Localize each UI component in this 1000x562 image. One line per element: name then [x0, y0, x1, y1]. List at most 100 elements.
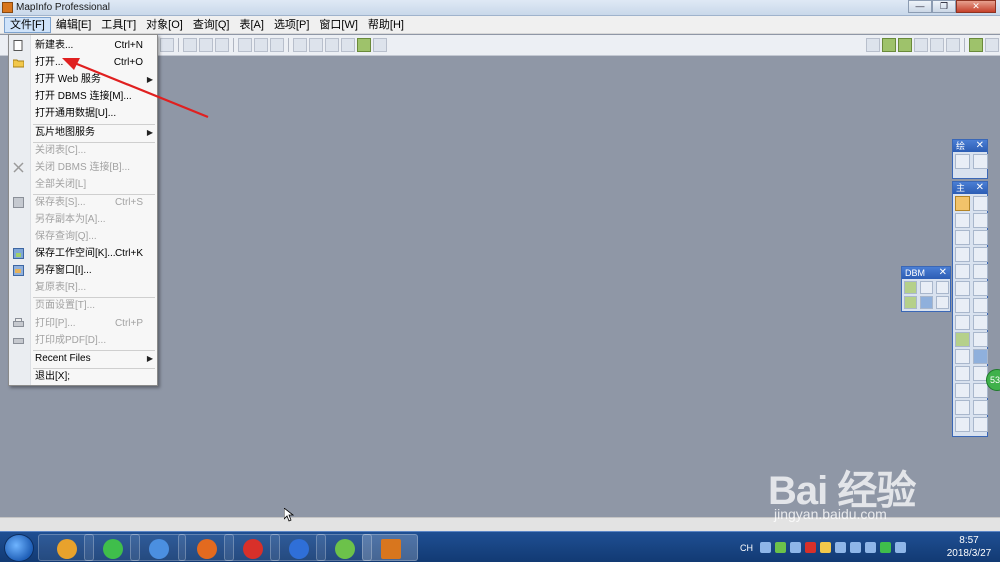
- menu-recent-files[interactable]: Recent Files ▶: [9, 350, 157, 367]
- tray-update-icon[interactable]: [775, 542, 786, 553]
- polygon-select-icon[interactable]: [973, 213, 988, 228]
- menu-window[interactable]: 窗口[W]: [314, 17, 363, 33]
- palette-header[interactable]: 主 ✕: [953, 182, 987, 194]
- menu-help[interactable]: 帮助[H]: [363, 17, 409, 33]
- marquee-select-icon[interactable]: [973, 196, 988, 211]
- menu-query[interactable]: 查询[Q]: [188, 17, 235, 33]
- palette-header[interactable]: 绘 ✕: [953, 140, 987, 152]
- menu-table[interactable]: 表[A]: [234, 17, 268, 33]
- tray-action-center-icon[interactable]: [895, 542, 906, 553]
- dbm-tool-icon[interactable]: [936, 296, 949, 309]
- statistics-icon[interactable]: [973, 349, 988, 364]
- menu-close-dbms[interactable]: 关闭 DBMS 连接[B]...: [9, 159, 157, 176]
- palette-close-icon[interactable]: ✕: [976, 140, 984, 152]
- toolbar-new-mapper-icon[interactable]: [325, 38, 339, 52]
- toolbar-minimize-icon[interactable]: [985, 38, 999, 52]
- toolbar-new-window-icon[interactable]: [160, 38, 174, 52]
- toolbar-save-icon[interactable]: [215, 38, 229, 52]
- menu-revert-table[interactable]: 复原表[R]...: [9, 279, 157, 296]
- menu-page-setup[interactable]: 页面设置[T]...: [9, 297, 157, 314]
- tray-ime-icon[interactable]: [760, 542, 771, 553]
- toolbar-tools-icon[interactable]: [930, 38, 944, 52]
- dbm-open-icon[interactable]: [904, 281, 917, 294]
- dbm-close-icon[interactable]: [920, 281, 933, 294]
- dbm-new-icon[interactable]: [904, 296, 917, 309]
- toolbar-catalog-icon[interactable]: [866, 38, 880, 52]
- invert-select-icon[interactable]: [973, 230, 988, 245]
- menu-tile-map-service[interactable]: 瓦片地图服务 ▶: [9, 124, 157, 141]
- menu-open[interactable]: 打开... Ctrl+O: [9, 54, 157, 71]
- menu-save-copy-as[interactable]: 另存副本为[A]...: [9, 211, 157, 228]
- menu-options[interactable]: 选项[P]: [269, 17, 314, 33]
- system-clock[interactable]: 8:57 2018/3/27: [942, 534, 996, 560]
- menu-close-table[interactable]: 关闭表[C]...: [9, 142, 157, 159]
- toolbar-new-layout-icon[interactable]: [357, 38, 371, 52]
- toolbar-print-icon[interactable]: [199, 38, 213, 52]
- toolbar-new-browser-icon[interactable]: [309, 38, 323, 52]
- input-language[interactable]: CH: [740, 543, 753, 553]
- tool-line-icon[interactable]: [973, 154, 988, 169]
- menu-save-window-as[interactable]: 另存窗口[I]...: [9, 262, 157, 279]
- select-arrow-icon[interactable]: [955, 196, 970, 211]
- tray-app-icon[interactable]: [790, 542, 801, 553]
- close-button[interactable]: ✕: [956, 0, 996, 13]
- tray-qq-icon[interactable]: [805, 542, 816, 553]
- toolbar-help-icon[interactable]: [946, 38, 960, 52]
- menu-save-query[interactable]: 保存查询[Q]...: [9, 228, 157, 245]
- toolbar-run-icon[interactable]: [969, 38, 983, 52]
- menu-objects[interactable]: 对象[O]: [141, 17, 188, 33]
- toolbar-web-icon[interactable]: [898, 38, 912, 52]
- toolbar-paste-icon[interactable]: [270, 38, 284, 52]
- drag-map-icon[interactable]: [973, 315, 988, 330]
- menu-exit[interactable]: 退出[X];: [9, 368, 157, 385]
- change-view-icon[interactable]: [955, 281, 970, 296]
- show-hide-icon[interactable]: [955, 383, 970, 398]
- radius-select-icon[interactable]: [955, 213, 970, 228]
- maximize-button[interactable]: ❐: [932, 0, 956, 13]
- toolbar-copy-icon[interactable]: [254, 38, 268, 52]
- dbm-refresh-icon[interactable]: [936, 281, 949, 294]
- layer-control-icon[interactable]: [955, 332, 970, 347]
- palette-header[interactable]: DBM ✕: [902, 267, 950, 279]
- browser-icon[interactable]: [955, 417, 970, 432]
- menu-save-workspace[interactable]: 保存工作空间[K]... Ctrl+K: [9, 245, 157, 262]
- map-options-icon[interactable]: [973, 400, 988, 415]
- palette-close-icon[interactable]: ✕: [976, 182, 984, 194]
- label-tool-icon[interactable]: [955, 315, 970, 330]
- menu-print[interactable]: 打印[P]... Ctrl+P: [9, 315, 157, 332]
- tool-symbol-icon[interactable]: [955, 154, 970, 169]
- toolbar-open-icon[interactable]: [183, 38, 197, 52]
- ruler-icon[interactable]: [973, 332, 988, 347]
- menu-open-dbms[interactable]: 打开 DBMS 连接[M]...: [9, 88, 157, 105]
- grabber-hand-icon[interactable]: [973, 281, 988, 296]
- tray-360-icon[interactable]: [820, 542, 831, 553]
- tray-volume-icon[interactable]: [865, 542, 876, 553]
- toolbar-search-icon[interactable]: [914, 38, 928, 52]
- unselect-icon[interactable]: [955, 247, 970, 262]
- menu-print-pdf[interactable]: 打印成PDF[D]...: [9, 332, 157, 349]
- menu-close-all[interactable]: 全部关闭[L]: [9, 176, 157, 193]
- minimize-button[interactable]: —: [908, 0, 932, 13]
- menu-edit[interactable]: 编辑[E]: [51, 17, 96, 33]
- menu-save-table[interactable]: 保存表[S]... Ctrl+S: [9, 194, 157, 211]
- dbm-connect-icon[interactable]: [920, 296, 933, 309]
- toolbar-undo-icon[interactable]: [293, 38, 307, 52]
- tray-network-icon[interactable]: [850, 542, 861, 553]
- legend-icon[interactable]: [955, 349, 970, 364]
- start-button[interactable]: [4, 534, 34, 562]
- menu-new-table[interactable]: 新建表... Ctrl+N: [9, 37, 157, 54]
- tray-flag-icon[interactable]: [835, 542, 846, 553]
- zoom-in-icon[interactable]: [955, 264, 970, 279]
- taskbar-app-mapinfo[interactable]: [362, 534, 418, 561]
- info-tool-icon[interactable]: [955, 298, 970, 313]
- hotlink-icon[interactable]: [973, 298, 988, 313]
- menu-file[interactable]: 文件[F]: [4, 16, 51, 33]
- menu-open-universal-data[interactable]: 打开通用数据[U]...: [9, 105, 157, 122]
- zoom-out-icon[interactable]: [973, 264, 988, 279]
- toolbar-new-grapher-icon[interactable]: [341, 38, 355, 52]
- extra-tool-icon[interactable]: [973, 417, 988, 432]
- clip-region-icon[interactable]: [955, 366, 970, 381]
- boundary-select-icon[interactable]: [955, 230, 970, 245]
- palette-close-icon[interactable]: ✕: [939, 267, 947, 279]
- toolbar-globe-icon[interactable]: [882, 38, 896, 52]
